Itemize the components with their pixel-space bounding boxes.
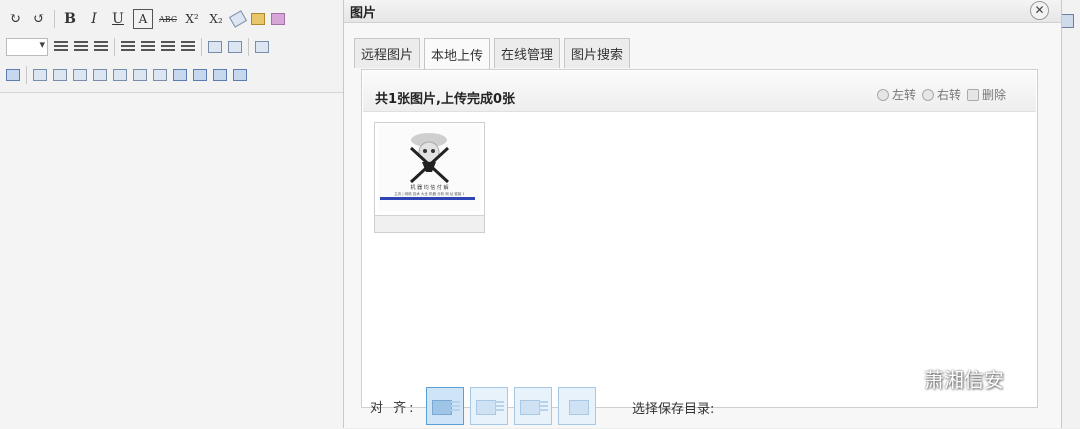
tab-image-search[interactable]: 图片搜索 xyxy=(564,38,631,68)
rotate-left-button[interactable]: 左转 xyxy=(876,86,916,103)
dialog-title: 图片 xyxy=(350,6,377,21)
rotate-right-label: 右转 xyxy=(936,88,961,102)
insert-col-icon[interactable] xyxy=(133,69,147,81)
align-none-button[interactable] xyxy=(426,387,464,425)
rotate-left-label: 左转 xyxy=(891,88,916,102)
rtl-direction-icon[interactable] xyxy=(74,41,88,53)
pirate-logo-icon xyxy=(380,133,475,200)
delete-table-icon[interactable] xyxy=(53,69,67,81)
watermark: 萧湘信安 xyxy=(888,364,1004,393)
strikethrough-icon[interactable]: ABC xyxy=(159,10,177,28)
text-lines-icon xyxy=(495,401,504,412)
delete-label: 删除 xyxy=(981,88,1006,102)
justify-left-icon[interactable] xyxy=(121,41,135,53)
delete-col-icon[interactable] xyxy=(153,69,167,81)
close-icon[interactable]: ✕ xyxy=(1030,1,1049,20)
watermark-text: 萧湘信安 xyxy=(924,368,1004,392)
merge-cells-icon[interactable] xyxy=(173,69,187,81)
word-image-icon[interactable] xyxy=(6,69,20,81)
text-lines-icon xyxy=(451,401,460,412)
tab-local-upload[interactable]: 本地上传 xyxy=(424,38,491,70)
rotate-right-icon xyxy=(921,88,934,101)
editor-toolbar-row-3 xyxy=(0,62,345,88)
toolbar-separator xyxy=(54,10,55,28)
bold-icon[interactable]: B xyxy=(61,10,79,28)
justify-right-icon[interactable] xyxy=(161,41,175,53)
thumbnail-footer xyxy=(375,215,484,232)
toolbar-separator xyxy=(114,38,115,56)
link-icon[interactable] xyxy=(255,41,269,53)
fontborder-icon[interactable]: A xyxy=(133,9,153,29)
upload-status-bar: 共1张图片,上传完成0张 左转 右转 删除 xyxy=(363,71,1036,112)
upload-status-text: 共1张图片,上传完成0张 xyxy=(375,92,516,107)
to-uppercase-icon[interactable] xyxy=(208,41,222,53)
align-none-icon xyxy=(432,400,452,415)
align-left-button[interactable] xyxy=(470,387,508,425)
italic-icon[interactable]: I xyxy=(85,10,103,28)
delete-icon xyxy=(966,88,979,101)
upload-panel: 共1张图片,上传完成0张 左转 右转 删除 机 器 均 信 付 解 主页 | 网… xyxy=(361,69,1038,408)
thumbnail-title: 机 器 均 信 付 解 xyxy=(410,185,449,191)
split-cells-icon[interactable] xyxy=(233,69,247,81)
auto-format-icon[interactable] xyxy=(271,13,285,25)
insert-paragraph-before-table-icon[interactable] xyxy=(73,69,87,81)
thumbnail-image: 机 器 均 信 付 解 主页 | 网络 技术 大全 机器 分析 网 址 链接 1 xyxy=(378,126,481,211)
to-lowercase-icon[interactable] xyxy=(228,41,242,53)
toolbar-separator xyxy=(201,38,202,56)
eraser-icon[interactable] xyxy=(228,10,248,28)
tab-remote-image[interactable]: 远程图片 xyxy=(354,38,421,68)
format-painter-icon[interactable] xyxy=(251,13,265,25)
rotate-left-icon xyxy=(876,88,889,101)
subscript-icon[interactable]: X₂ xyxy=(207,10,225,28)
toolbar-separator xyxy=(248,38,249,56)
delete-button[interactable]: 删除 xyxy=(966,86,1006,103)
dialog-tabs: 远程图片 本地上传 在线管理 图片搜索 xyxy=(354,38,631,70)
delete-row-icon[interactable] xyxy=(113,69,127,81)
rotate-right-button[interactable]: 右转 xyxy=(921,86,961,103)
underline-icon[interactable]: U xyxy=(109,10,127,28)
editor-toolbar-row-2 xyxy=(0,34,345,60)
insert-row-icon[interactable] xyxy=(93,69,107,81)
editor-toolbar-row-1: ↻ ↺ B I U A ABC X² X₂ xyxy=(0,6,345,32)
wechat-icon xyxy=(888,367,917,388)
tab-online-manage[interactable]: 在线管理 xyxy=(494,38,561,68)
superscript-icon[interactable]: X² xyxy=(183,10,201,28)
save-directory-label: 选择保存目录: xyxy=(632,402,715,417)
toolbar-separator xyxy=(26,66,27,84)
merge-down-icon[interactable] xyxy=(213,69,227,81)
insert-table-icon[interactable] xyxy=(33,69,47,81)
align-right-icon xyxy=(520,400,540,415)
dialog-header: 图片 ✕ xyxy=(344,0,1061,23)
undo-icon[interactable]: ↺ xyxy=(30,10,48,28)
redo-icon[interactable]: ↻ xyxy=(6,10,24,28)
align-label: 对 齐: xyxy=(370,401,417,416)
align-center-icon xyxy=(569,400,589,415)
thumbnail-caption: 主页 | 网络 技术 大全 机器 分析 网 址 链接 1 xyxy=(394,192,465,196)
font-size-select[interactable] xyxy=(6,38,48,56)
justify-center-icon[interactable] xyxy=(141,41,155,53)
align-center-button[interactable] xyxy=(558,387,596,425)
image-actions: 左转 右转 删除 xyxy=(876,86,1006,103)
align-right-button[interactable] xyxy=(514,387,552,425)
ltr-direction-icon[interactable] xyxy=(54,41,68,53)
align-left-icon xyxy=(476,400,496,415)
image-thumbnail[interactable]: 机 器 均 信 付 解 主页 | 网络 技术 大全 机器 分析 网 址 链接 1 xyxy=(374,122,485,233)
merge-right-icon[interactable] xyxy=(193,69,207,81)
justify-full-icon[interactable] xyxy=(181,41,195,53)
editor-content-area[interactable] xyxy=(0,92,345,429)
indent-icon[interactable] xyxy=(94,41,108,53)
text-lines-icon xyxy=(539,401,548,412)
